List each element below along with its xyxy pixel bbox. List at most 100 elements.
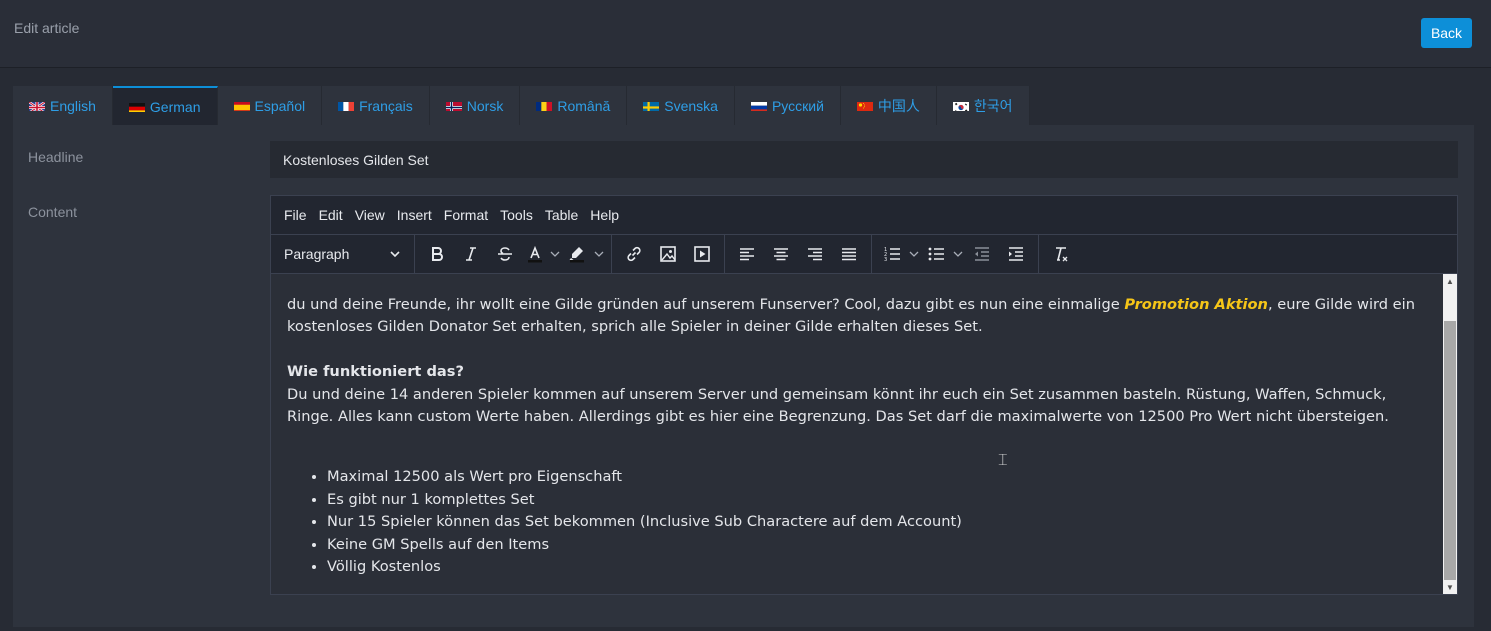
italic-button[interactable] <box>454 239 488 269</box>
list-group: 123 <box>872 234 1039 274</box>
bullet-list-dropdown[interactable] <box>951 239 965 269</box>
tab-norsk[interactable]: Norsk <box>429 86 521 125</box>
text-color-button[interactable] <box>522 239 548 269</box>
tab-label: Norsk <box>466 97 504 114</box>
highlight-button[interactable] <box>562 239 592 269</box>
align-center-button[interactable] <box>764 239 798 269</box>
menu-view[interactable]: View <box>349 207 391 223</box>
align-left-button[interactable] <box>730 239 764 269</box>
de-flag-icon <box>128 101 145 112</box>
bold-button[interactable] <box>420 239 454 269</box>
tab-label: Español <box>254 97 306 114</box>
back-button[interactable]: Back <box>1421 18 1472 48</box>
insert-group <box>612 234 725 274</box>
editor-scrollbar[interactable]: ▲ ▼ <box>1443 274 1457 594</box>
fr-flag-icon <box>338 100 355 111</box>
tab-svenska[interactable]: Svenska <box>627 86 735 125</box>
menu-help[interactable]: Help <box>584 207 625 223</box>
bold-icon <box>432 247 443 261</box>
headline-label: Headline <box>28 149 84 165</box>
headline-input[interactable] <box>270 141 1458 178</box>
tab-label: 中国人 <box>877 97 920 114</box>
cn-flag-icon <box>856 100 873 111</box>
align-justify-button[interactable] <box>832 239 866 269</box>
link-button[interactable] <box>617 239 651 269</box>
ro-flag-icon <box>536 100 553 111</box>
list-item: Völlig Kostenlos <box>327 556 1427 578</box>
scroll-down-icon[interactable]: ▼ <box>1443 580 1457 594</box>
tab-label: German <box>149 98 201 115</box>
list-item: Maximal 12500 als Wert pro Eigenschaft <box>327 466 1427 488</box>
tab-english[interactable]: English <box>13 86 113 125</box>
tab-korean[interactable]: 한국어 <box>936 86 1030 125</box>
outdent-icon <box>975 247 989 261</box>
tab-german[interactable]: German <box>112 86 218 125</box>
uk-flag-icon <box>29 100 45 111</box>
text-cursor-icon: ⌶ <box>998 450 1008 469</box>
align-right-icon <box>808 248 822 261</box>
numbered-list-icon: 123 <box>884 247 900 263</box>
clear-formatting-button[interactable] <box>1044 239 1078 269</box>
bullet-list-icon <box>928 247 944 261</box>
intro-paragraph: du und deine Freunde, ihr wollt eine Gil… <box>287 294 1427 339</box>
tab-label: Русский <box>771 97 824 114</box>
promo-highlight: Promotion Aktion <box>1124 296 1268 313</box>
rich-text-editor: File Edit View Insert Format Tools Table… <box>270 195 1458 595</box>
scroll-thumb[interactable] <box>1444 321 1456 580</box>
tab-russian[interactable]: Русский <box>734 86 841 125</box>
text-color-icon <box>528 245 542 263</box>
numbered-list-button[interactable]: 123 <box>877 239 907 269</box>
menu-insert[interactable]: Insert <box>391 207 438 223</box>
menu-tools[interactable]: Tools <box>494 207 539 223</box>
editor-content[interactable]: du und deine Freunde, ihr wollt eine Gil… <box>271 274 1443 594</box>
tab-chinese[interactable]: 中国人 <box>840 86 937 125</box>
outdent-button[interactable] <box>965 239 999 269</box>
ru-flag-icon <box>750 100 767 111</box>
numbered-list-dropdown[interactable] <box>907 239 921 269</box>
se-flag-icon <box>643 100 660 111</box>
indent-icon <box>1009 247 1023 261</box>
bullet-list-button[interactable] <box>921 239 951 269</box>
article-form: Headline Content File Edit View Insert F… <box>13 125 1474 627</box>
list-item: Es gibt nur 1 komplettes Set <box>327 489 1427 511</box>
tab-romana[interactable]: Română <box>520 86 628 125</box>
align-right-button[interactable] <box>798 239 832 269</box>
list-item: Nur 15 Spieler können das Set bekommen (… <box>327 511 1427 533</box>
intro-text-start: du und deine Freunde, ihr wollt eine Gil… <box>287 296 1125 313</box>
chevron-down-icon <box>594 251 604 257</box>
chevron-down-icon <box>390 251 400 258</box>
text-color-dropdown[interactable] <box>548 239 562 269</box>
scroll-up-icon[interactable]: ▲ <box>1443 274 1457 288</box>
media-button[interactable] <box>685 239 719 269</box>
tab-espanol[interactable]: Español <box>217 86 323 125</box>
block-format-group: Paragraph <box>271 234 415 274</box>
chevron-down-icon <box>909 251 919 257</box>
tab-label: Română <box>557 97 611 114</box>
highlight-dropdown[interactable] <box>592 239 606 269</box>
strikethrough-button[interactable] <box>488 239 522 269</box>
chevron-down-icon <box>550 251 560 257</box>
tab-label: English <box>50 97 96 114</box>
content-label: Content <box>28 204 78 220</box>
menu-file[interactable]: File <box>278 207 313 223</box>
language-tabs: English German Español Français Norsk Ro… <box>13 86 1030 125</box>
media-icon <box>694 246 710 262</box>
no-flag-icon <box>445 100 462 111</box>
svg-text:3: 3 <box>884 257 887 263</box>
section-heading: Wie funktioniert das? <box>287 363 464 381</box>
tab-francais[interactable]: Français <box>322 86 430 125</box>
menu-format[interactable]: Format <box>438 207 494 223</box>
menu-table[interactable]: Table <box>539 207 584 223</box>
image-button[interactable] <box>651 239 685 269</box>
clear-formatting-icon <box>1056 247 1068 262</box>
indent-button[interactable] <box>999 239 1033 269</box>
alignment-group <box>725 234 872 274</box>
kr-flag-icon <box>952 100 969 111</box>
align-justify-icon <box>842 248 856 261</box>
tab-label: Svenska <box>664 97 718 114</box>
menu-edit[interactable]: Edit <box>313 207 349 223</box>
tab-label: Français <box>359 97 413 114</box>
block-format-select[interactable]: Paragraph <box>277 239 409 269</box>
text-style-group <box>415 234 612 274</box>
